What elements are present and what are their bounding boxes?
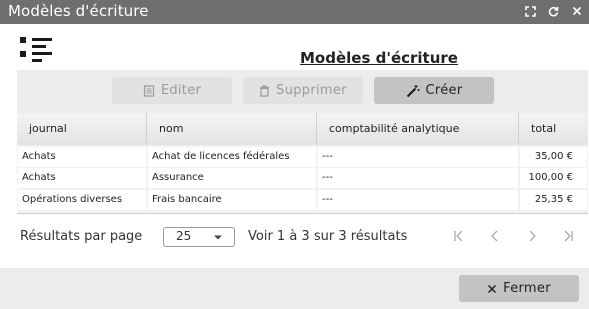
- window-title: Modèles d'écriture: [8, 2, 149, 20]
- cell-nom: Assurance: [148, 168, 316, 188]
- cell-analytique: ---: [318, 168, 518, 188]
- table-row[interactable]: Opérations diverses Frais bancaire --- 2…: [17, 189, 588, 211]
- cell-total: 100,00 €: [520, 168, 587, 188]
- delete-button[interactable]: Supprimer: [243, 77, 363, 104]
- dialog-footer: Fermer: [0, 268, 589, 309]
- menu-icon[interactable]: [20, 37, 53, 64]
- column-header-analytique[interactable]: comptabilité analytique: [317, 113, 519, 145]
- refresh-icon[interactable]: [545, 3, 562, 19]
- close-button[interactable]: Fermer: [459, 275, 579, 302]
- table-row[interactable]: Achats Achat de licences fédérales --- 3…: [17, 146, 588, 168]
- table-row[interactable]: Achats Assurance --- 100,00 €: [17, 167, 588, 189]
- trash-icon: [260, 84, 270, 97]
- grid-header: journal nom comptabilité analytique tota…: [17, 113, 588, 145]
- cell-total: 25,35 €: [520, 190, 587, 210]
- page-title: Modèles d'écriture: [300, 49, 458, 67]
- chevron-down-icon: [214, 235, 222, 240]
- data-grid: journal nom comptabilité analytique tota…: [17, 113, 588, 214]
- cell-analytique: ---: [318, 147, 518, 167]
- edit-button[interactable]: Editer: [112, 77, 232, 104]
- cell-journal: Opérations diverses: [18, 190, 146, 210]
- cell-nom: Achat de licences fédérales: [148, 147, 316, 167]
- cell-nom: Frais bancaire: [148, 190, 316, 210]
- per-page-select[interactable]: 25: [163, 227, 235, 247]
- per-page-value: 25: [176, 229, 192, 243]
- create-button-label: Créer: [425, 83, 463, 98]
- edit-icon: [143, 84, 154, 97]
- edit-button-label: Editer: [160, 83, 202, 98]
- close-icon[interactable]: [568, 3, 585, 19]
- window-titlebar: Modèles d'écriture: [0, 0, 589, 24]
- next-page-icon[interactable]: [524, 228, 540, 244]
- previous-page-icon[interactable]: [487, 228, 503, 244]
- cell-analytique: ---: [318, 190, 518, 210]
- delete-button-label: Supprimer: [276, 83, 347, 98]
- close-icon: [488, 284, 497, 293]
- cell-journal: Achats: [18, 168, 146, 188]
- column-header-journal[interactable]: journal: [17, 113, 147, 145]
- magic-wand-icon: [406, 84, 419, 97]
- column-header-total[interactable]: total: [519, 113, 588, 145]
- first-page-icon[interactable]: [451, 228, 467, 244]
- close-button-label: Fermer: [503, 281, 551, 296]
- cell-journal: Achats: [18, 147, 146, 167]
- per-page-label: Résultats par page: [20, 229, 143, 244]
- cell-total: 35,00 €: [520, 147, 587, 167]
- toolbar: Editer Supprimer Créer: [17, 70, 588, 113]
- results-range: Voir 1 à 3 sur 3 résultats: [248, 229, 408, 244]
- pagination-bar: Résultats par page 25 Voir 1 à 3 sur 3 r…: [0, 222, 589, 252]
- expand-icon[interactable]: [522, 3, 539, 19]
- create-button[interactable]: Créer: [374, 77, 494, 104]
- column-header-nom[interactable]: nom: [147, 113, 317, 145]
- window-controls: [522, 3, 585, 19]
- last-page-icon[interactable]: [560, 228, 576, 244]
